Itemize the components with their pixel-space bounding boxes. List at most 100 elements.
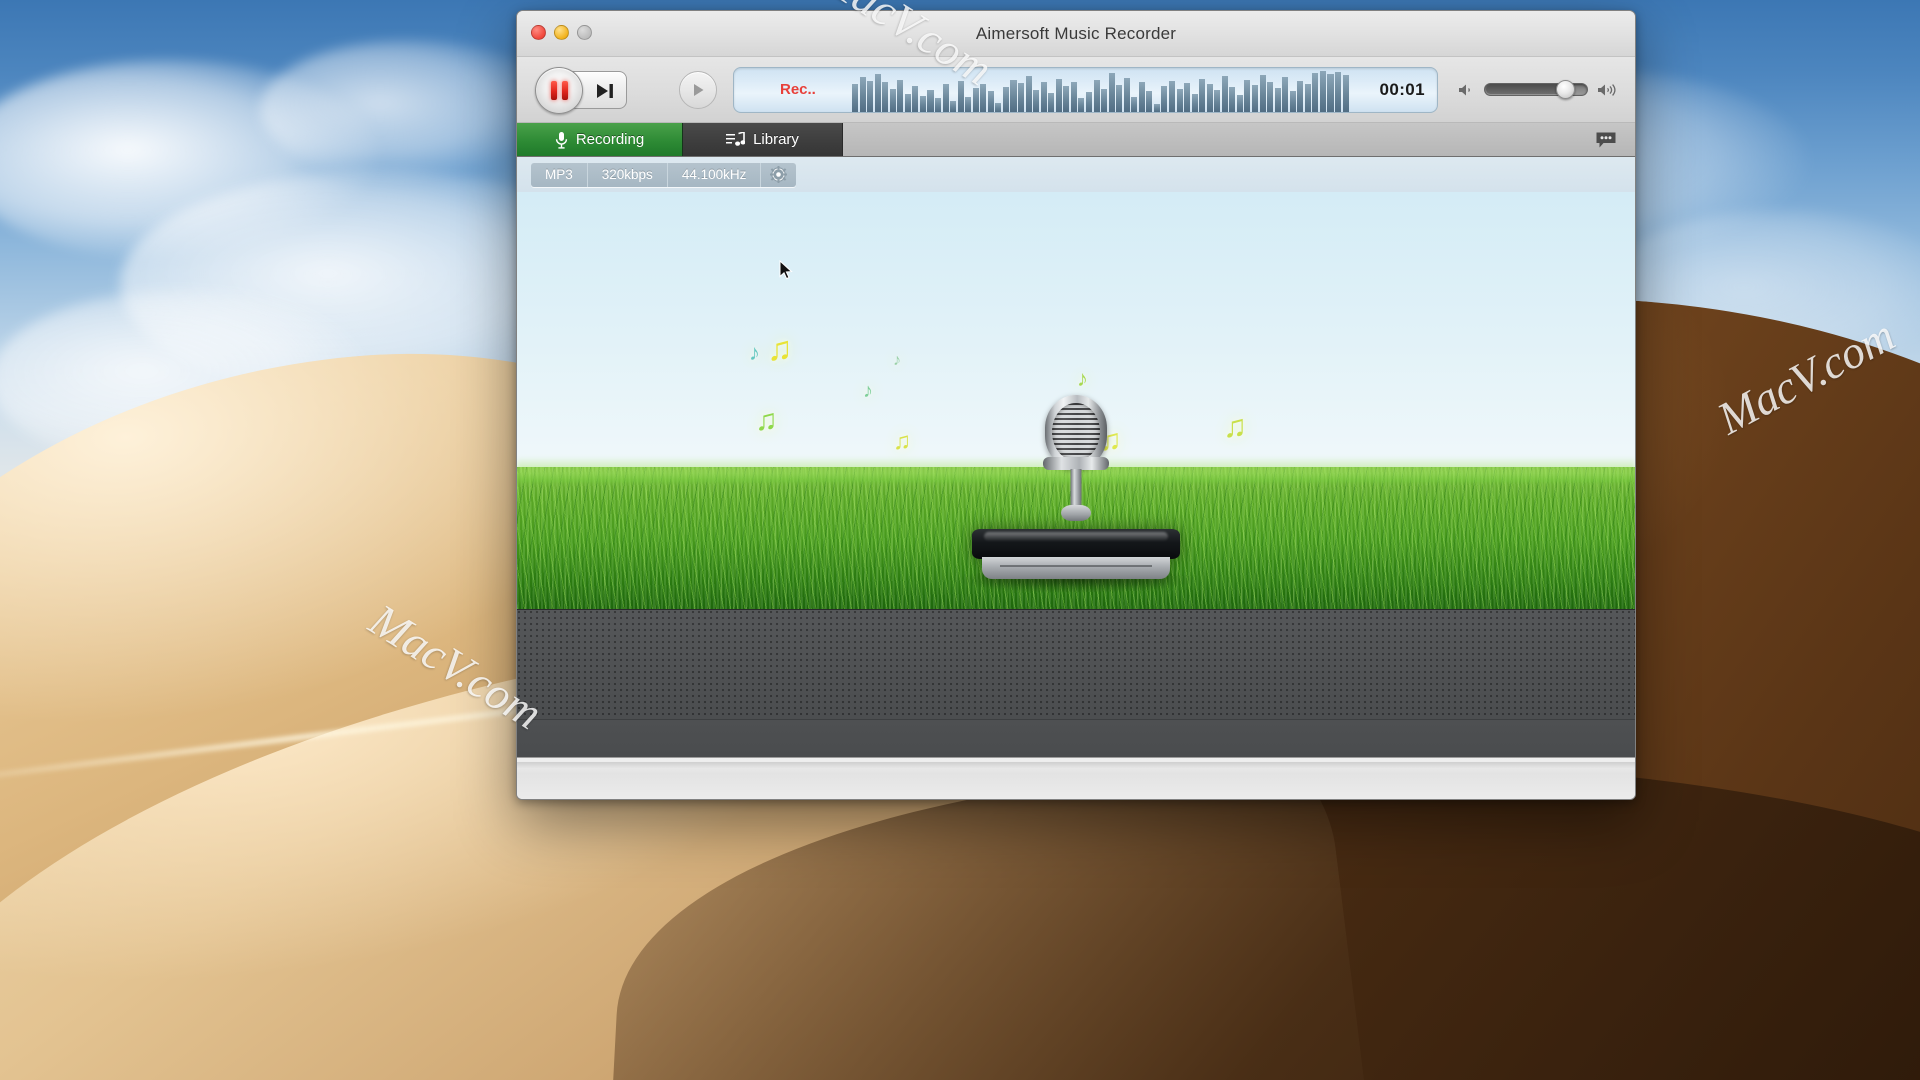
waveform-bar — [889, 88, 896, 112]
waveform-bar — [1108, 72, 1115, 112]
recording-timer: 00:01 — [1379, 79, 1425, 99]
panel-footer-strip — [517, 719, 1635, 757]
music-note: ♪ — [863, 380, 873, 402]
waveform-bar — [919, 95, 926, 112]
statusbar-sheen — [517, 762, 1635, 769]
platform-sheen — [984, 532, 1168, 541]
waveform-bar — [852, 84, 859, 112]
waveform-bar — [1214, 90, 1221, 112]
tabbar-filler — [843, 123, 1635, 156]
waveform-bar — [1048, 93, 1055, 112]
settings-button[interactable] — [761, 162, 797, 187]
music-note: ♪ — [749, 340, 760, 365]
microphone-foot — [1061, 505, 1091, 521]
chip-samplerate[interactable]: 44.100kHz — [667, 162, 762, 187]
chip-format[interactable]: MP3 — [531, 162, 588, 187]
waveform-bar — [935, 98, 942, 112]
transport-controls — [535, 66, 671, 114]
waveform-bar — [897, 79, 904, 112]
recordings-list-panel[interactable] — [517, 609, 1635, 757]
waveform-bar — [1146, 91, 1153, 112]
waveform-bar — [972, 87, 979, 112]
main-tabbar: Recording Library — [517, 123, 1635, 157]
microphone-platform — [972, 529, 1180, 585]
play-button[interactable] — [679, 70, 717, 109]
waveform-bar — [912, 85, 919, 112]
waveform-bar — [1342, 74, 1349, 112]
waveform-bar — [874, 73, 881, 112]
waveform-bar — [980, 84, 987, 112]
music-note: ♪ — [893, 352, 901, 369]
recording-stage: ♫ ♪ ♫ ♪ ♪ ♫ ♪ ♫ ♫ — [517, 192, 1635, 609]
pause-record-button[interactable] — [535, 66, 583, 114]
microphone-neck — [1070, 469, 1082, 509]
waveform-bar — [1184, 83, 1191, 112]
recording-waveform-panel[interactable]: Rec.. 00:01 — [733, 66, 1438, 113]
recording-status-label: Rec.. — [780, 80, 816, 98]
waveform-bar — [904, 93, 911, 112]
cloud — [260, 40, 560, 180]
volume-high-icon[interactable] — [1597, 83, 1617, 97]
waveform-bar — [1168, 80, 1176, 112]
music-note: ♫ — [767, 330, 793, 368]
transport-toolbar: Rec.. 00:01 — [517, 57, 1635, 123]
music-note: ♫ — [893, 428, 911, 455]
waveform-bar — [1319, 71, 1326, 112]
feedback-bubble-icon[interactable] — [1595, 131, 1617, 149]
platform-line — [1000, 565, 1152, 567]
waveform-bar — [1063, 85, 1070, 112]
waveform-bar — [1206, 84, 1213, 112]
waveform-bars — [852, 68, 1349, 112]
waveform-bar — [1010, 79, 1017, 112]
waveform-bar — [1304, 84, 1311, 112]
platform-base — [982, 557, 1170, 579]
waveform-bar — [882, 82, 889, 112]
music-note: ♫ — [1223, 408, 1247, 444]
chip-bitrate[interactable]: 320kbps — [587, 162, 668, 187]
window-statusbar — [517, 757, 1635, 799]
play-icon — [693, 83, 703, 96]
microphone-grille — [1052, 403, 1100, 461]
waveform-bar — [1085, 92, 1092, 112]
waveform-bar — [1274, 87, 1281, 112]
tab-recording-label: Recording — [575, 131, 645, 148]
tab-library[interactable]: Library — [683, 123, 843, 156]
waveform-bar — [987, 91, 994, 112]
waveform-bar — [1191, 93, 1198, 112]
waveform-bar — [1033, 89, 1040, 112]
waveform-bar — [957, 80, 964, 112]
waveform-bar — [1312, 72, 1319, 112]
volume-control — [1458, 80, 1617, 99]
pause-bar-left — [550, 80, 557, 100]
waveform-bar — [942, 84, 949, 112]
window-title: Aimersoft Music Recorder — [975, 24, 1177, 43]
waveform-bar — [1176, 88, 1183, 112]
skip-forward-icon — [597, 83, 613, 98]
volume-slider-knob[interactable] — [1555, 80, 1575, 99]
microphone-icon — [555, 131, 567, 149]
microphone-illustration — [1041, 395, 1111, 531]
waveform-bar — [1153, 104, 1160, 112]
waveform-bar — [1199, 78, 1206, 112]
tab-recording[interactable]: Recording — [517, 123, 683, 156]
volume-low-icon[interactable] — [1458, 83, 1475, 97]
waveform-bar — [1267, 82, 1274, 112]
waveform-bar — [1236, 94, 1243, 112]
waveform-bar — [950, 100, 957, 112]
volume-slider-fill — [1486, 85, 1566, 94]
window-titlebar[interactable]: Aimersoft Music Recorder — [517, 11, 1635, 57]
waveform-bar — [1327, 73, 1334, 112]
volume-slider[interactable] — [1484, 80, 1588, 99]
waveform-bar — [1161, 85, 1168, 112]
tab-library-label: Library — [753, 131, 799, 148]
waveform-bar — [1131, 96, 1138, 112]
waveform-bar — [867, 80, 874, 112]
playlist-note-icon — [726, 131, 746, 146]
waveform-bar — [1025, 76, 1032, 112]
waveform-bar — [1297, 80, 1304, 112]
waveform-bar — [1040, 81, 1047, 112]
waveform-bar — [1251, 85, 1259, 112]
pause-bar-right — [561, 80, 568, 100]
app-window: Aimersoft Music Recorder Rec.. 00:01 Rec… — [516, 10, 1636, 800]
waveform-bar — [1259, 74, 1266, 112]
